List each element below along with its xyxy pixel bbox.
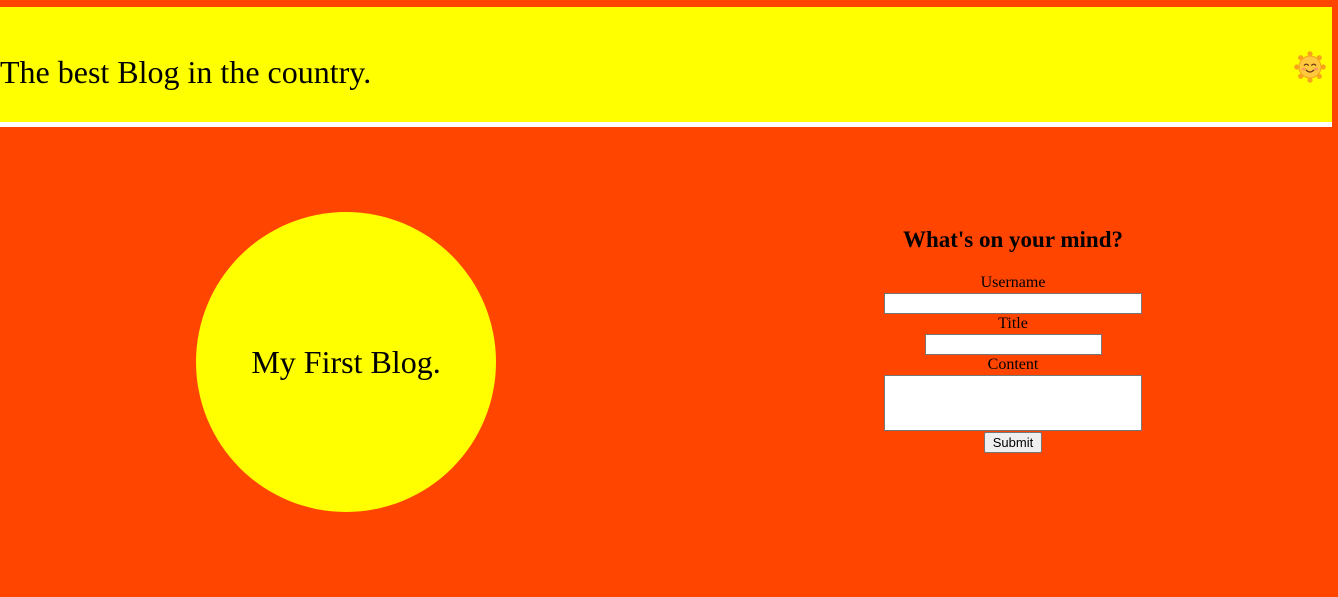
post-form: What's on your mind? Username Title Cont… <box>863 226 1163 453</box>
submit-button[interactable]: Submit <box>984 432 1042 453</box>
smiling-sun-icon <box>1294 51 1326 83</box>
site-header: The best Blog in the country. <box>0 7 1332 127</box>
form-heading: What's on your mind? <box>902 227 1124 252</box>
username-label: Username <box>980 274 1046 291</box>
content-label: Content <box>987 356 1039 373</box>
blog-title: My First Blog. <box>251 344 441 380</box>
username-input[interactable] <box>884 293 1142 314</box>
title-label: Title <box>998 315 1028 332</box>
content-textarea[interactable] <box>884 375 1142 431</box>
blog-title-circle: My First Blog. <box>196 212 496 512</box>
header-title: The best Blog in the country. <box>0 54 372 90</box>
title-input[interactable] <box>924 334 1102 355</box>
